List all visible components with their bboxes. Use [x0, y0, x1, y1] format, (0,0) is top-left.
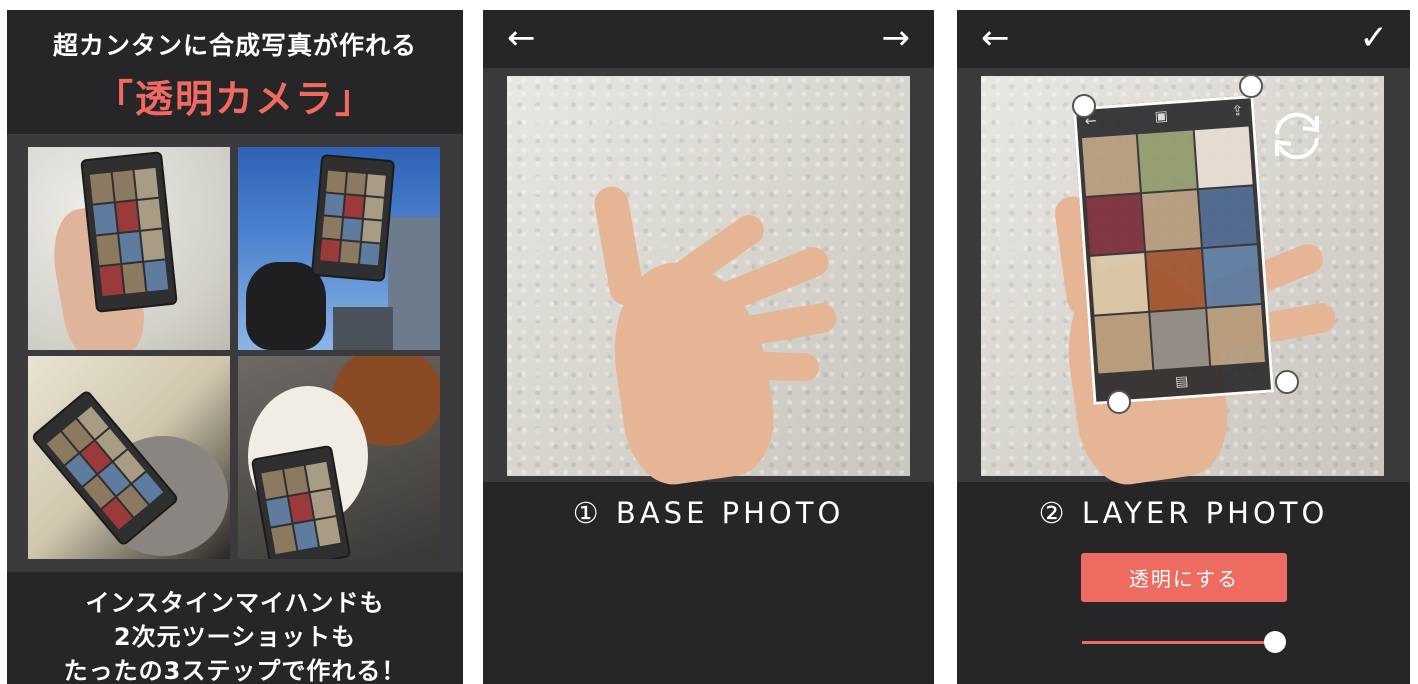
example-photo-sky: [238, 147, 440, 350]
promo-footer-line-2: 2次元ツーショットも: [113, 623, 357, 651]
resize-handle-top-right[interactable]: [1239, 74, 1263, 98]
promo-title: 超カンタンに合成写真が作れる: [52, 31, 417, 60]
checkmark-icon[interactable]: ✓: [1360, 16, 1389, 60]
rotate-icon[interactable]: [1267, 106, 1327, 166]
layer-photo-screen: ← ✓ ← ▣ ⇪ ▤ ② LAYER PHOTO 透明にする: [957, 10, 1410, 684]
step-caption: ① BASE PHOTO: [572, 496, 845, 530]
example-photo-hand: [28, 147, 230, 350]
app-bar: ← →: [483, 10, 934, 68]
document-icon: ▤: [1174, 373, 1189, 391]
save-icon: ▣: [1154, 108, 1169, 125]
layer-photo-grid: [1081, 126, 1266, 374]
back-arrow-icon[interactable]: ←: [507, 16, 536, 60]
promo-panel: 超カンタンに合成写真が作れる 「透明カメラ」 インスタインマイハンドも 2次元ツ…: [7, 10, 463, 684]
photo-canvas[interactable]: ← ▣ ⇪ ▤: [957, 68, 1410, 491]
example-photo-cat: [28, 356, 230, 559]
app-bar: ← ✓: [957, 10, 1410, 68]
layer-photo[interactable]: ← ▣ ⇪ ▤: [1072, 95, 1275, 405]
base-photo-screen: ← → ① BASE PHOTO: [483, 10, 934, 684]
example-photo-dog: [238, 356, 440, 559]
photo-canvas[interactable]: [483, 68, 934, 491]
example-photo-grid: [7, 134, 463, 572]
opacity-slider-knob[interactable]: [1264, 631, 1286, 653]
step-caption: ② LAYER PHOTO: [1038, 496, 1329, 530]
share-icon: ⇪: [1231, 102, 1245, 120]
promo-footer-line-1: インスタインマイハンドも: [85, 589, 385, 617]
base-photo: [507, 76, 910, 491]
make-transparent-button[interactable]: 透明にする: [1081, 553, 1287, 602]
back-arrow-icon[interactable]: ←: [981, 16, 1010, 60]
opacity-slider-track[interactable]: [1082, 641, 1275, 644]
forward-arrow-icon[interactable]: →: [882, 16, 911, 60]
resize-handle-bottom-left[interactable]: [1107, 390, 1131, 414]
promo-app-name: 「透明カメラ」: [94, 77, 375, 121]
promo-header: 超カンタンに合成写真が作れる 「透明カメラ」: [7, 10, 463, 134]
promo-footer: インスタインマイハンドも 2次元ツーショットも たったの3ステップで作れる！: [7, 572, 463, 684]
promo-footer-line-3: たったの3ステップで作れる！: [63, 657, 407, 684]
resize-handle-bottom-right[interactable]: [1275, 370, 1299, 394]
resize-handle-top-left[interactable]: [1072, 94, 1096, 118]
